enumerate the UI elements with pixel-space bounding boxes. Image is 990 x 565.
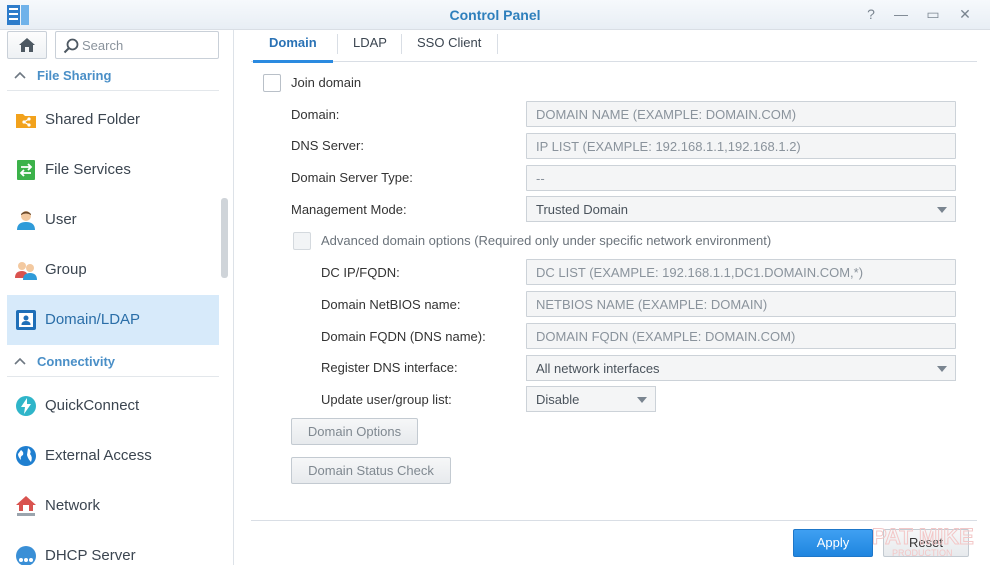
search-input[interactable]: [82, 36, 212, 54]
search-icon: [63, 38, 79, 54]
sidebar-item-group[interactable]: Group: [7, 245, 219, 295]
group-icon: [15, 262, 37, 280]
globe-icon: [16, 446, 36, 466]
sidebar-item-label: Domain/LDAP: [45, 311, 141, 328]
sidebar-item-user[interactable]: User: [7, 195, 219, 245]
fqdn-input[interactable]: [527, 324, 955, 348]
join-domain-label: Join domain: [291, 75, 362, 90]
advanced-options-checkbox[interactable]: [293, 232, 311, 250]
dropdown-arrow-icon: [937, 366, 947, 372]
domain-field[interactable]: [526, 101, 956, 127]
sidebar-item-label: DHCP Server: [45, 547, 136, 564]
section-connectivity[interactable]: Connectivity: [7, 347, 219, 377]
dropdown-arrow-icon: [637, 397, 647, 403]
window-title: Control Panel: [449, 7, 541, 23]
advanced-options-label: Advanced domain options (Required only u…: [321, 233, 772, 248]
sidebar-item-label: Network: [45, 497, 101, 514]
shared-folder-icon: [16, 114, 36, 128]
sidebar-item-dhcp-server[interactable]: DHCP Server: [7, 531, 219, 565]
netbios-input[interactable]: [527, 292, 955, 316]
domain-input[interactable]: [527, 102, 955, 126]
maximize-button[interactable]: ▭: [924, 5, 942, 23]
sidebar-item-label: External Access: [45, 447, 152, 464]
quickconnect-icon: [16, 396, 36, 416]
footer-divider: [251, 520, 977, 521]
dns-server-label: DNS Server:: [291, 138, 364, 153]
dc-ip-label: DC IP/FQDN:: [321, 265, 400, 280]
tab-separator: [497, 34, 498, 54]
section-label: Connectivity: [37, 354, 116, 369]
register-dns-label: Register DNS interface:: [321, 360, 458, 375]
help-button[interactable]: ?: [862, 5, 880, 23]
sidebar: File Sharing Shared Folder File Services…: [0, 30, 234, 565]
search-box[interactable]: [55, 31, 219, 59]
sidebar-item-file-services[interactable]: File Services: [7, 145, 219, 195]
section-file-sharing[interactable]: File Sharing: [7, 61, 219, 91]
dhcp-icon: [16, 546, 36, 565]
title-bar: Control Panel ? — ▭ ✕: [0, 0, 990, 30]
fqdn-label: Domain FQDN (DNS name):: [321, 329, 486, 344]
dc-ip-field[interactable]: [526, 259, 956, 285]
tab-sso-client[interactable]: SSO Client: [401, 30, 497, 62]
tab-ldap[interactable]: LDAP: [337, 30, 403, 62]
watermark-logo: PAT MIKE PRODUCTION: [872, 524, 975, 558]
sidebar-item-label: User: [45, 211, 77, 228]
close-button[interactable]: ✕: [956, 5, 974, 23]
home-icon: [19, 38, 35, 52]
sidebar-item-shared-folder[interactable]: Shared Folder: [7, 95, 219, 145]
dropdown-arrow-icon: [937, 207, 947, 213]
apply-button[interactable]: Apply: [793, 529, 873, 557]
domain-server-type-label: Domain Server Type:: [291, 170, 413, 185]
sidebar-scrollbar[interactable]: [221, 198, 228, 278]
sidebar-item-external-access[interactable]: External Access: [7, 431, 219, 481]
sidebar-item-label: Shared Folder: [45, 111, 141, 128]
file-services-icon: [17, 160, 35, 180]
management-mode-value: Trusted Domain: [536, 202, 628, 217]
dns-server-input[interactable]: [527, 134, 955, 158]
dc-ip-input[interactable]: [527, 260, 955, 284]
netbios-field[interactable]: [526, 291, 956, 317]
dns-server-field[interactable]: [526, 133, 956, 159]
domain-server-type-field: --: [526, 165, 956, 191]
main-panel: Domain LDAP SSO Client Join domain Domai…: [235, 30, 990, 565]
management-mode-label: Management Mode:: [291, 202, 407, 217]
chevron-up-icon: [14, 357, 26, 365]
sidebar-item-label: File Services: [45, 161, 131, 178]
tab-domain[interactable]: Domain: [253, 30, 333, 63]
register-dns-value: All network interfaces: [536, 361, 660, 376]
domain-label: Domain:: [291, 107, 340, 122]
fqdn-field[interactable]: [526, 323, 956, 349]
domain-server-type-value: --: [536, 171, 545, 186]
sidebar-item-quickconnect[interactable]: QuickConnect: [7, 381, 219, 431]
domain-status-check-button[interactable]: Domain Status Check: [291, 457, 451, 484]
sidebar-item-label: QuickConnect: [45, 397, 140, 414]
join-domain-checkbox[interactable]: [263, 74, 281, 92]
register-dns-select[interactable]: All network interfaces: [526, 355, 956, 381]
svg-text:PRODUCTION: PRODUCTION: [892, 548, 953, 558]
domain-ldap-icon: [16, 310, 36, 330]
home-button[interactable]: [7, 31, 47, 59]
sidebar-item-label: Group: [45, 261, 87, 278]
update-list-label: Update user/group list:: [321, 392, 452, 407]
update-list-value: Disable: [536, 392, 580, 407]
minimize-button[interactable]: —: [892, 5, 910, 23]
update-list-select[interactable]: Disable: [526, 386, 656, 412]
sidebar-item-domain-ldap[interactable]: Domain/LDAP: [7, 295, 219, 345]
netbios-label: Domain NetBIOS name:: [321, 297, 461, 312]
management-mode-select[interactable]: Trusted Domain: [526, 196, 956, 222]
network-icon: [16, 496, 36, 516]
chevron-up-icon: [14, 71, 26, 79]
tab-bar: Domain LDAP SSO Client: [251, 30, 977, 63]
sidebar-item-network[interactable]: Network: [7, 481, 219, 531]
section-label: File Sharing: [37, 68, 112, 83]
svg-text:PAT MIKE: PAT MIKE: [872, 524, 974, 549]
domain-options-button[interactable]: Domain Options: [291, 418, 418, 445]
user-icon: [17, 211, 35, 230]
